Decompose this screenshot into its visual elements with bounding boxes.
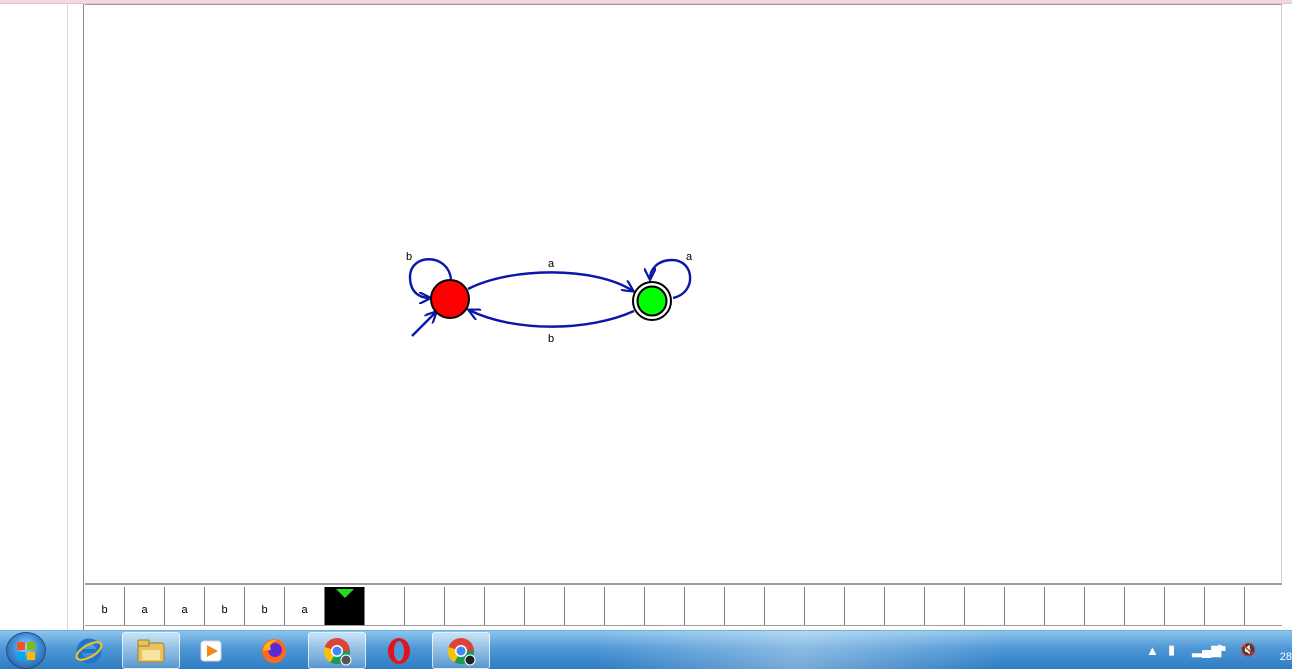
tape-cell <box>365 587 405 625</box>
taskbar-ie-button[interactable] <box>60 632 118 669</box>
action-center-flag-icon[interactable]: ⚑ <box>1216 642 1228 658</box>
tape-cell <box>1125 587 1165 625</box>
battery-icon[interactable]: ▮ <box>1168 642 1175 658</box>
tape-cell <box>965 587 1005 625</box>
initial-state-arrow <box>411 312 436 337</box>
taskbar-chrome-button-2[interactable] <box>432 632 490 669</box>
state-q1-accepting[interactable] <box>632 281 672 321</box>
tape-cell <box>565 587 605 625</box>
taskbar-firefox-button[interactable] <box>245 632 303 669</box>
transition-q1-q0[interactable] <box>469 310 635 328</box>
tape-cell-head <box>325 587 365 625</box>
start-button[interactable] <box>6 632 46 669</box>
tape-cell: b <box>205 587 245 625</box>
file-explorer-icon <box>137 639 165 662</box>
tape-cell <box>685 587 725 625</box>
tape-cell <box>845 587 885 625</box>
tape-cell <box>885 587 925 625</box>
tape-cell <box>1085 587 1125 625</box>
windows-taskbar: ▲ ▮ ▂▄▆ ⚑ 🔇 28 <box>0 630 1292 670</box>
tape-cell: a <box>165 587 205 625</box>
state-q0-initial[interactable] <box>430 279 470 319</box>
media-player-icon <box>200 640 222 661</box>
tape-cell <box>1005 587 1045 625</box>
taskbar-chrome-button-1[interactable] <box>308 632 366 669</box>
transition-label-q1-q0: b <box>548 333 554 345</box>
tape-cell: b <box>245 587 285 625</box>
tape-cell: a <box>285 587 325 625</box>
tape-cell: b <box>85 587 125 625</box>
taskbar-decoration <box>600 631 1000 670</box>
transition-label-q1-q1: a <box>686 251 693 263</box>
tape-cell <box>485 587 525 625</box>
tape-cell <box>1045 587 1085 625</box>
tape-cell <box>445 587 485 625</box>
tape-cell <box>805 587 845 625</box>
tape-cell <box>525 587 565 625</box>
transition-q0-q1[interactable] <box>467 271 633 291</box>
chrome-icon <box>447 637 476 665</box>
tape-cell <box>925 587 965 625</box>
taskbar-media-button[interactable] <box>182 632 240 669</box>
tape-cell <box>1165 587 1205 625</box>
automaton-diagram: b a b a <box>406 251 693 345</box>
system-tray: ▲ ▮ ▂▄▆ ⚑ 🔇 28 <box>1142 631 1292 670</box>
tape-cell <box>765 587 805 625</box>
tape-cell <box>1245 587 1282 625</box>
chrome-icon <box>323 637 352 665</box>
taskbar-opera-button[interactable] <box>370 632 428 669</box>
tape-cell: a <box>125 587 165 625</box>
volume-muted-icon[interactable]: 🔇 <box>1240 642 1256 658</box>
left-panel <box>0 4 68 630</box>
firefox-icon <box>262 638 286 663</box>
show-hidden-icons-icon[interactable]: ▲ <box>1146 643 1159 658</box>
taskbar-explorer-button[interactable] <box>122 632 180 669</box>
tape-head-pointer-icon <box>336 589 354 598</box>
left-panel-gutter <box>68 4 84 630</box>
transition-label-q0-q0: b <box>406 251 412 263</box>
opera-icon <box>388 637 410 664</box>
internet-explorer-icon <box>75 638 103 663</box>
clock[interactable]: 28 <box>1280 651 1292 663</box>
automaton-canvas[interactable]: b a b a <box>85 4 1282 582</box>
windows-logo-icon <box>17 641 35 660</box>
transition-label-q0-q1: a <box>548 258 555 270</box>
tape-cell <box>405 587 445 625</box>
input-tape: baabba <box>85 583 1282 626</box>
tape-cell <box>645 587 685 625</box>
tape-cell <box>605 587 645 625</box>
tape-cell <box>725 587 765 625</box>
tape-cell <box>1205 587 1245 625</box>
